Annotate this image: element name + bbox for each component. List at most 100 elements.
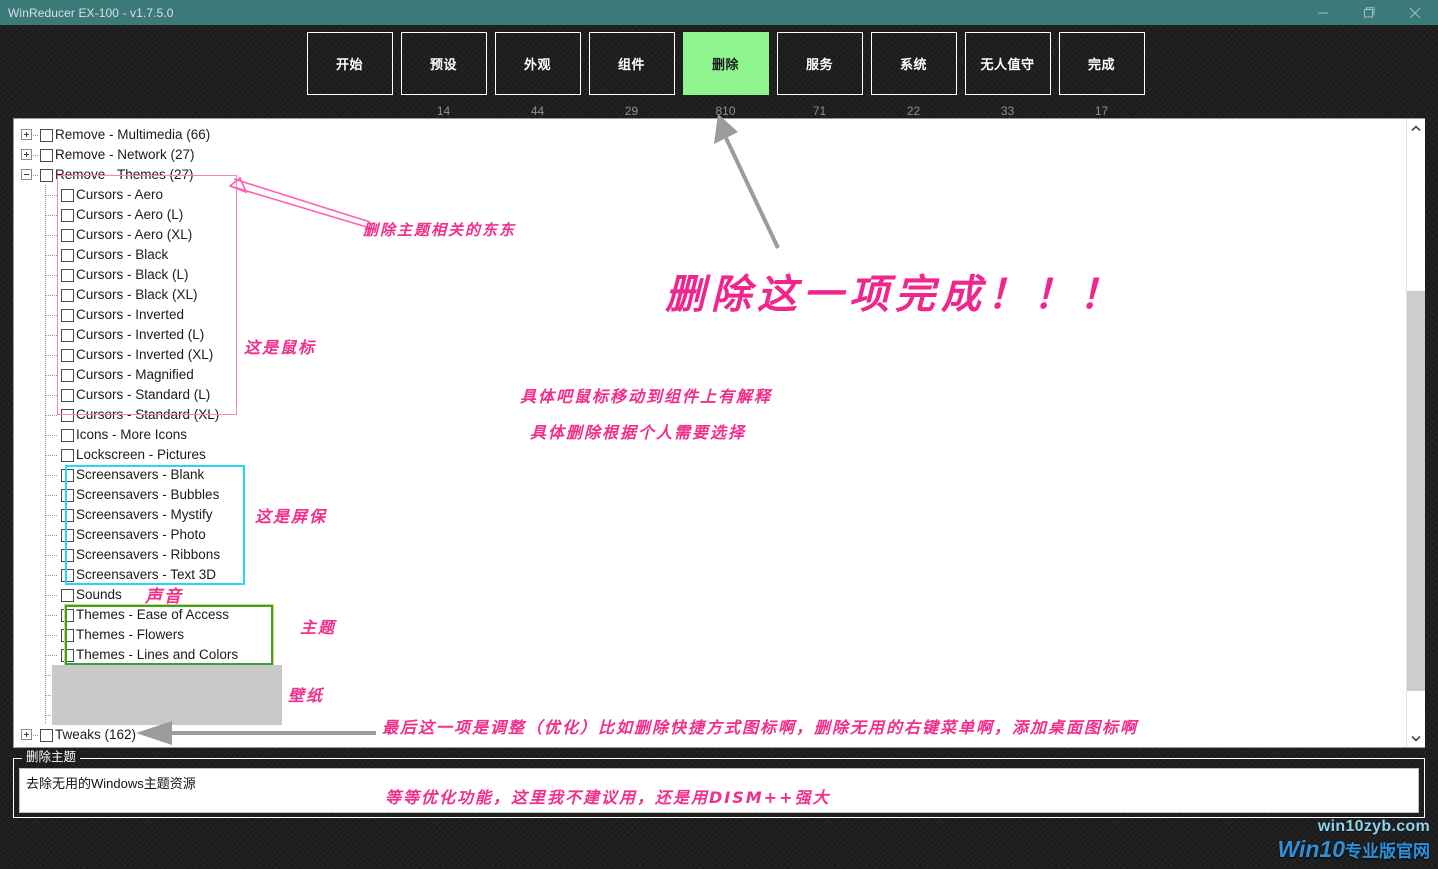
tree-dash [46, 315, 57, 316]
tree-item-label: Remove - Multimedia (66) [55, 127, 211, 142]
tab-4: 删除 810 [679, 32, 772, 118]
tree-item-checkbox[interactable] [40, 728, 53, 742]
tree-item-checkbox[interactable] [61, 648, 74, 662]
tab-button-2[interactable]: 外观 [494, 32, 581, 95]
tree-item[interactable]: Cursors - Aero (XL) [14, 225, 1407, 245]
tree-item-checkbox[interactable] [40, 148, 53, 162]
description-title: 删除主题 [22, 750, 80, 764]
annotation-this-is-cursor: 这是鼠标 [244, 338, 317, 357]
tree-item-checkbox[interactable] [61, 368, 74, 382]
tree-item-label: Screensavers - Mystify [76, 507, 213, 522]
tree-item-checkbox[interactable] [61, 568, 74, 582]
tree-item-checkbox[interactable] [61, 288, 74, 302]
tree-dash [46, 235, 57, 236]
scrollbar-track[interactable] [1407, 137, 1425, 729]
tree-item-checkbox[interactable] [61, 348, 74, 362]
tab-count: 29 [624, 104, 639, 118]
tree-item-checkbox[interactable] [40, 168, 53, 182]
tree-item-checkbox[interactable] [61, 248, 74, 262]
tree-dash [46, 215, 57, 216]
tab-button-3[interactable]: 组件 [588, 32, 675, 95]
tab-button-4[interactable]: 删除 [682, 32, 769, 95]
tree-item[interactable]: Remove - Themes (27) [14, 165, 1407, 185]
tree-item[interactable]: Screensavers - Blank [14, 465, 1407, 485]
tree-item[interactable]: Cursors - Inverted (L) [14, 325, 1407, 345]
tree-item-checkbox[interactable] [61, 708, 74, 722]
tree-item-checkbox[interactable] [61, 328, 74, 342]
tree-dash [46, 275, 57, 276]
tree-item-checkbox[interactable] [61, 548, 74, 562]
minimize-button[interactable] [1300, 0, 1346, 25]
tree-item-label: Cursors - Aero (XL) [76, 227, 193, 242]
tree-item-checkbox[interactable] [61, 668, 74, 682]
tab-8: 完成 17 [1055, 32, 1148, 118]
scroll-down-arrow-icon[interactable] [1407, 729, 1425, 747]
tree-item[interactable]: Wallpapers - Lines and Colors [14, 685, 1407, 705]
tree-item-checkbox[interactable] [61, 628, 74, 642]
collapse-icon[interactable] [21, 169, 32, 180]
tree-item[interactable]: Screensavers - Text 3D [14, 565, 1407, 585]
tab-list: 开始 预设 14 外观 44 组件 29 删除 810 服务 71 系统 22 无人值守 33 完成 17 [303, 32, 1149, 118]
tree-item-checkbox[interactable] [61, 308, 74, 322]
tree-item-checkbox[interactable] [61, 608, 74, 622]
tab-2: 外观 44 [491, 32, 584, 118]
tree-item-checkbox[interactable] [61, 508, 74, 522]
tab-button-6[interactable]: 系统 [870, 32, 957, 95]
tree-item-checkbox[interactable] [61, 468, 74, 482]
tree-item[interactable]: Screensavers - Photo [14, 525, 1407, 545]
tree-item[interactable]: Remove - Network (27) [14, 145, 1407, 165]
window-title: WinReducer EX-100 - v1.7.5.0 [8, 5, 174, 20]
tree-item[interactable]: Themes - Flowers [14, 625, 1407, 645]
tree-dash [46, 195, 57, 196]
tree-item[interactable]: Cursors - Aero [14, 185, 1407, 205]
tree-item[interactable]: Cursors - Magnified [14, 365, 1407, 385]
tree-item-checkbox[interactable] [61, 428, 74, 442]
tree-item[interactable]: Screensavers - Bubbles [14, 485, 1407, 505]
tree-item[interactable]: Screensavers - Mystify [14, 505, 1407, 525]
scrollbar-thumb[interactable] [1407, 291, 1425, 691]
tree-item[interactable]: Screensavers - Ribbons [14, 545, 1407, 565]
tab-button-7[interactable]: 无人值守 [964, 32, 1051, 95]
tree-item-checkbox[interactable] [61, 688, 74, 702]
tree-item-label: Icons - More Icons [76, 427, 188, 442]
tab-button-0[interactable]: 开始 [306, 32, 393, 95]
expand-icon[interactable] [21, 129, 32, 140]
tree-item-checkbox[interactable] [40, 128, 53, 142]
tree-item-checkbox[interactable] [61, 188, 74, 202]
tree-item[interactable]: Wallpapers - Flowers [14, 665, 1407, 685]
vertical-scrollbar[interactable] [1406, 119, 1425, 747]
tree-item-checkbox[interactable] [61, 448, 74, 462]
tree-item-checkbox[interactable] [61, 408, 74, 422]
tree-item-checkbox[interactable] [61, 528, 74, 542]
tree-item-label: Cursors - Inverted [76, 307, 185, 322]
tree-item-checkbox[interactable] [61, 208, 74, 222]
tree-item-checkbox[interactable] [61, 588, 74, 602]
scroll-up-arrow-icon[interactable] [1407, 119, 1425, 137]
tree-item-checkbox[interactable] [61, 388, 74, 402]
tree-item[interactable]: Themes - Lines and Colors [14, 645, 1407, 665]
expand-icon[interactable] [21, 729, 32, 740]
tree-item[interactable]: Cursors - Inverted (XL) [14, 345, 1407, 365]
maximize-button[interactable] [1346, 0, 1392, 25]
tab-count: 71 [812, 104, 827, 118]
title-bar: WinReducer EX-100 - v1.7.5.0 [0, 0, 1438, 25]
tree-item[interactable]: Sounds [14, 585, 1407, 605]
tree-item[interactable]: Cursors - Aero (L) [14, 205, 1407, 225]
tree-item-checkbox[interactable] [61, 268, 74, 282]
tree-item[interactable]: Lockscreen - Pictures [14, 445, 1407, 465]
tree-dash [46, 335, 57, 336]
close-button[interactable] [1392, 0, 1438, 25]
tab-button-1[interactable]: 预设 [400, 32, 487, 95]
tree-dash [33, 175, 39, 176]
tree-item-checkbox[interactable] [61, 488, 74, 502]
tree-item[interactable]: Themes - Ease of Access [14, 605, 1407, 625]
expand-icon[interactable] [21, 149, 32, 160]
tab-button-8[interactable]: 完成 [1058, 32, 1145, 95]
annotation-theme: 主题 [300, 618, 337, 637]
tree-item-label: Wallpapers - 4K [76, 707, 172, 722]
tab-button-5[interactable]: 服务 [776, 32, 863, 95]
application-window: WinReducer EX-100 - v1.7.5.0 开始 预设 14 外观 44 组… [0, 0, 1438, 869]
tab-5: 服务 71 [773, 32, 866, 118]
tree-item-checkbox[interactable] [61, 228, 74, 242]
tree-item[interactable]: Remove - Multimedia (66) [14, 125, 1407, 145]
